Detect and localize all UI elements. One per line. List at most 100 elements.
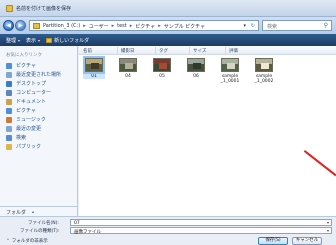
column-tags[interactable]: タグ [159, 48, 168, 54]
nav-item-searches[interactable]: 検索 [6, 133, 76, 142]
filename-label: ファイル名(N): [28, 221, 59, 226]
chevron-right-icon: ▸ [111, 23, 115, 29]
save-button[interactable]: 保存(S) [258, 237, 288, 245]
filetype-value: 画像ファイル [74, 229, 101, 235]
new-folder-label: 新しいフォルダ [54, 37, 90, 44]
column-rating[interactable]: 評価 [229, 48, 238, 54]
music-icon [6, 116, 12, 123]
crumb-sample-pictures[interactable]: サンプル ピクチャ [164, 23, 205, 30]
hide-folders-toggle[interactable]: ⌃ フォルダの非表示 [6, 238, 48, 245]
folders-toggle[interactable]: フォルダ ▴ [0, 206, 78, 216]
nav-item-pictures[interactable]: ピクチャ [6, 61, 76, 70]
recent-places-icon [6, 71, 12, 78]
column-date-taken[interactable]: 撮影日 [121, 48, 135, 54]
image-thumbnail [255, 58, 273, 72]
nav-item-documents[interactable]: ドキュメント [6, 97, 76, 106]
filename-value: 07 [74, 220, 80, 226]
chevron-down-icon[interactable]: ▾ [327, 228, 329, 233]
nav-item-recently-changed[interactable]: 最近の変更 [6, 124, 76, 133]
thumbnail-grid: 01 04 05 06 sample _1_0001 sample _1_000… [79, 56, 336, 98]
nav-item-pictures-2[interactable]: ピクチャ [6, 106, 76, 115]
file-item-sample-1-0001[interactable]: sample _1_0001 [219, 58, 241, 84]
file-list: 名前 撮影日 タグ サイズ 評価 01 04 05 06 sample _1_0… [79, 46, 336, 216]
pictures-icon [6, 62, 12, 69]
nav-label: ピクチャ [16, 63, 36, 69]
organize-label: 整理 [6, 37, 17, 44]
refresh-icon[interactable]: ↻ [251, 23, 255, 29]
crumb-partition[interactable]: Partition_3 (C:) [43, 23, 80, 30]
chevron-down-icon[interactable]: ▾ [327, 220, 329, 225]
file-item-sample-1-0002[interactable]: sample _1_0002 [253, 58, 275, 84]
chevron-up-icon: ⌃ [6, 238, 10, 244]
desktop-icon [6, 80, 12, 87]
cancel-button[interactable]: キャンセル [292, 237, 322, 245]
file-item-01[interactable]: 01 [83, 56, 105, 79]
nav-label: パブリック [16, 144, 42, 150]
chevron-down-icon: ▾ [38, 37, 41, 43]
nav-item-desktop[interactable]: デスクトップ [6, 79, 76, 88]
column-divider[interactable] [225, 47, 226, 54]
documents-icon [6, 98, 12, 105]
nav-label: ミュージック [16, 117, 46, 123]
filename-field[interactable]: 07 ▾ [70, 219, 332, 226]
public-folder-icon [6, 143, 12, 150]
back-button[interactable]: ◀ [3, 20, 14, 31]
nav-item-public[interactable]: パブリック [6, 142, 76, 151]
pictures-icon [6, 107, 12, 114]
nav-label: ピクチャ [16, 108, 36, 114]
column-divider[interactable] [117, 47, 118, 54]
recently-changed-icon [6, 125, 12, 132]
file-label: 01 [83, 74, 105, 79]
views-label: 表示 [26, 37, 37, 44]
views-menu[interactable]: 表示 ▾ [26, 37, 40, 44]
column-size[interactable]: サイズ [193, 48, 206, 54]
new-folder-button[interactable]: 新しいフォルダ [46, 37, 89, 44]
search-icon[interactable]: ⚲ [324, 22, 328, 29]
filetype-label: ファイルの種類(T): [20, 229, 60, 234]
nav-item-recent-places[interactable]: 最近変更された場所 [6, 70, 76, 79]
folders-toggle-label: フォルダ [6, 210, 27, 216]
search-placeholder: 検索 [267, 24, 278, 30]
window-title: 名前を付けて画像を保存 [16, 6, 72, 12]
chevron-right-icon: ▸ [158, 23, 161, 29]
chevron-right-icon: ▸ [83, 23, 86, 29]
nav-item-computer[interactable]: コンピューター [6, 88, 76, 97]
crumb-users[interactable]: ユーザー [89, 23, 109, 30]
forward-button[interactable]: ▶ [15, 20, 26, 31]
chevron-up-icon: ▴ [32, 209, 35, 214]
address-bar[interactable]: Partition_3 (C:) ▸ ユーザー ▸ test ▸ ピクチャ ▸ … [29, 20, 259, 31]
organize-menu[interactable]: 整理 ▾ [6, 37, 20, 44]
image-thumbnail [119, 58, 137, 72]
save-form: ファイル名(N): 07 ▾ ファイルの種類(T): 画像ファイル ▾ ⌃ フォ… [0, 216, 336, 245]
nav-label: デスクトップ [16, 81, 47, 87]
file-item-06[interactable]: 06 [185, 58, 207, 79]
file-label: 04 [125, 74, 131, 79]
search-folder-icon [6, 134, 12, 141]
crumb-pictures[interactable]: ピクチャ [135, 23, 155, 30]
favorites-list: ピクチャ 最近変更された場所 デスクトップ コンピューター ドキュメント ピクチ… [6, 61, 76, 151]
nav-item-music[interactable]: ミュージック [6, 115, 76, 124]
toolbar: 整理 ▾ 表示 ▾ 新しいフォルダ [0, 34, 336, 46]
favorites-heading: お気に入りリンク [6, 53, 42, 58]
chevron-right-icon: ▸ [129, 23, 133, 29]
breadcrumb: Partition_3 (C:) ▸ ユーザー ▸ test ▸ ピクチャ ▸ … [43, 23, 205, 30]
file-item-04[interactable]: 04 [117, 58, 139, 79]
search-input[interactable]: 検索 ⚲ [262, 20, 332, 31]
column-divider[interactable] [189, 47, 190, 54]
file-item-05[interactable]: 05 [151, 58, 173, 79]
computer-icon [6, 89, 12, 96]
chevron-down-icon[interactable]: ▾ [243, 23, 246, 29]
file-label: 06 [193, 74, 199, 79]
file-label: sample _1_0002 [254, 74, 274, 84]
dialog-icon [6, 5, 13, 12]
column-name[interactable]: 名前 [83, 48, 92, 54]
crumb-test[interactable]: test [117, 23, 127, 30]
navigation-pane: お気に入りリンク ピクチャ 最近変更された場所 デスクトップ コンピューター ド… [0, 46, 78, 206]
hide-folders-label: フォルダの非表示 [11, 239, 48, 244]
column-divider[interactable] [155, 47, 156, 54]
file-label: 05 [159, 74, 165, 79]
image-thumbnail [187, 58, 205, 72]
filetype-select[interactable]: 画像ファイル ▾ [70, 227, 332, 235]
chevron-down-icon: ▾ [18, 37, 21, 43]
column-header: 名前 撮影日 タグ サイズ 評価 [79, 46, 336, 55]
